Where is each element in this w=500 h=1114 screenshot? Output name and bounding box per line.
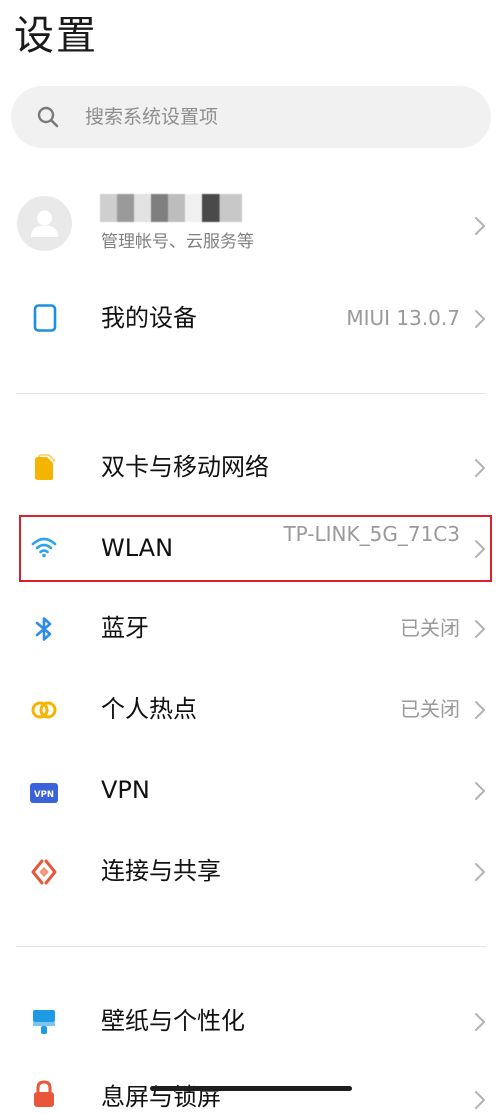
page-title: 设置 — [14, 13, 98, 59]
settings-row-connection-sharing[interactable]: 连接与共享 — [0, 832, 500, 912]
bluetooth-icon — [35, 617, 52, 641]
connection-share-icon — [31, 859, 57, 885]
row-label: 双卡与移动网络 — [101, 453, 269, 481]
chevron-right-icon — [475, 701, 485, 719]
row-label: 蓝牙 — [101, 614, 149, 642]
row-label: VPN — [101, 776, 150, 804]
section-divider — [16, 946, 486, 947]
account-row[interactable]: 管理帐号、云服务等 — [0, 180, 500, 270]
settings-row-wallpaper[interactable]: 壁纸与个性化 — [0, 982, 500, 1062]
vpn-badge-text: VPN — [34, 790, 54, 800]
settings-row-bluetooth[interactable]: 蓝牙 已关闭 — [0, 589, 500, 669]
row-value: 已关闭 — [400, 616, 460, 640]
row-label: 壁纸与个性化 — [101, 1007, 245, 1035]
brush-icon — [33, 1010, 55, 1034]
vpn-badge-icon: VPN — [30, 783, 58, 803]
chevron-right-icon — [475, 863, 485, 881]
row-value: MIUI 13.0.7 — [346, 306, 460, 330]
search-icon — [37, 106, 59, 128]
chevron-right-icon — [475, 310, 485, 328]
chevron-right-icon — [475, 620, 485, 638]
search-bar[interactable]: 搜索系统设置项 — [11, 86, 491, 148]
account-subtitle: 管理帐号、云服务等 — [101, 232, 254, 252]
hotspot-rings-icon — [31, 701, 57, 719]
row-label: 连接与共享 — [101, 857, 221, 885]
settings-row-dual-sim[interactable]: 双卡与移动网络 — [0, 428, 500, 508]
settings-row-my-device[interactable]: 我的设备 MIUI 13.0.7 — [0, 279, 500, 359]
account-name-redacted — [100, 194, 242, 222]
row-value: 已关闭 — [400, 697, 460, 721]
row-label: 我的设备 — [101, 304, 197, 332]
avatar — [17, 196, 72, 251]
row-label: 个人热点 — [101, 695, 197, 723]
person-icon — [31, 210, 58, 237]
chevron-right-icon — [475, 459, 485, 477]
settings-row-vpn[interactable]: VPN VPN — [0, 751, 500, 831]
settings-row-hotspot[interactable]: 个人热点 已关闭 — [0, 670, 500, 750]
chevron-right-icon — [475, 217, 485, 235]
home-indicator[interactable] — [150, 1086, 352, 1091]
chevron-right-icon — [475, 1013, 485, 1031]
chevron-right-icon — [475, 1091, 485, 1109]
phone-icon — [33, 304, 57, 332]
search-placeholder: 搜索系统设置项 — [85, 106, 219, 128]
sim-card-icon — [35, 454, 55, 480]
wlan-highlight-box — [19, 515, 492, 582]
chevron-right-icon — [475, 782, 485, 800]
lock-icon — [34, 1080, 54, 1107]
section-divider — [16, 393, 486, 394]
